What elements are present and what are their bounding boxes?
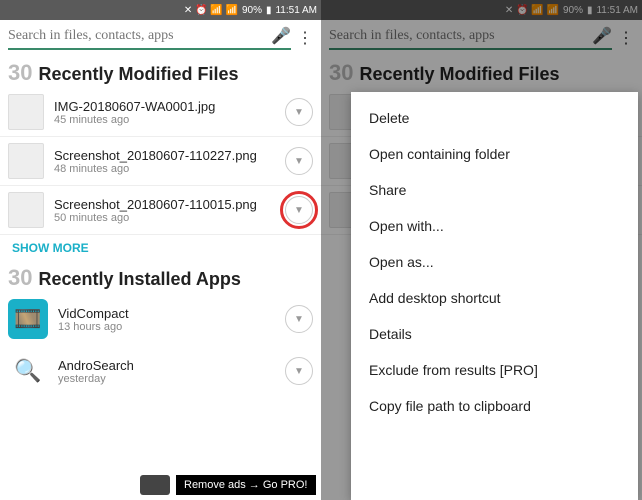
app-time: yesterday [58, 373, 275, 385]
clock: 11:51 AM [596, 5, 638, 16]
search-bar: 🎤 ⋮ [0, 20, 321, 56]
search-input-wrap[interactable]: 🎤 [8, 26, 291, 50]
file-name: Screenshot_20180607-110227.png [54, 148, 275, 163]
app-row[interactable]: 🔍 AndroSearch yesterday ▼ [0, 345, 321, 397]
search-input-wrap[interactable]: 🎤 [329, 26, 612, 50]
menu-item-exclude-pro[interactable]: Exclude from results [PRO] [351, 352, 638, 388]
section-title: Recently Modified Files [38, 64, 238, 85]
battery-percent: 90% [563, 5, 583, 16]
file-name: Screenshot_20180607-110015.png [54, 197, 275, 212]
file-name: IMG-20180607-WA0001.jpg [54, 99, 275, 114]
file-row[interactable]: Screenshot_20180607-110015.png 50 minute… [0, 186, 321, 235]
section-header-apps: 30 Recently Installed Apps [0, 261, 321, 293]
expand-button[interactable]: ▼ [285, 147, 313, 175]
status-bar: ✕ ⏰ 📶 📶 90% ▮ 11:51 AM [321, 0, 642, 20]
menu-item-share[interactable]: Share [351, 172, 638, 208]
clock: 11:51 AM [275, 5, 317, 16]
ad-text[interactable]: Remove ads → Go PRO! [176, 475, 316, 495]
section-header-files: 30 Recently Modified Files [321, 56, 642, 88]
context-menu: Delete Open containing folder Share Open… [351, 92, 638, 500]
menu-item-open-as[interactable]: Open as... [351, 244, 638, 280]
menu-item-open-folder[interactable]: Open containing folder [351, 136, 638, 172]
battery-icon: ▮ [266, 5, 272, 16]
file-time: 50 minutes ago [54, 212, 275, 224]
app-name: VidCompact [58, 306, 275, 321]
expand-button-highlighted[interactable]: ▼ [285, 196, 313, 224]
section-title: Recently Installed Apps [38, 269, 240, 290]
battery-icon: ▮ [587, 5, 593, 16]
expand-button[interactable]: ▼ [285, 357, 313, 385]
search-bar: 🎤 ⋮ [321, 20, 642, 56]
phone-screen-right: ✕ ⏰ 📶 📶 90% ▮ 11:51 AM 🎤 ⋮ 30 Recently M… [321, 0, 642, 500]
file-row[interactable]: Screenshot_20180607-110227.png 48 minute… [0, 137, 321, 186]
file-info: IMG-20180607-WA0001.jpg 45 minutes ago [54, 99, 275, 126]
mic-icon[interactable]: 🎤 [271, 26, 291, 46]
file-time: 45 minutes ago [54, 114, 275, 126]
menu-item-details[interactable]: Details [351, 316, 638, 352]
file-info: Screenshot_20180607-110015.png 50 minute… [54, 197, 275, 224]
status-icons: ✕ ⏰ 📶 📶 [505, 5, 559, 16]
search-input[interactable] [329, 28, 592, 44]
section-header-files: 30 Recently Modified Files [0, 56, 321, 88]
expand-button[interactable]: ▼ [285, 305, 313, 333]
section-title: Recently Modified Files [359, 64, 559, 85]
status-icons: ✕ ⏰ 📶 📶 [184, 5, 238, 16]
app-row[interactable]: 🎞️ VidCompact 13 hours ago ▼ [0, 293, 321, 345]
menu-item-delete[interactable]: Delete [351, 100, 638, 136]
ad-banner: Remove ads → Go PRO! [0, 470, 321, 500]
mic-icon[interactable]: 🎤 [592, 26, 612, 46]
file-thumbnail [8, 94, 44, 130]
app-icon-vidcompact: 🎞️ [8, 299, 48, 339]
search-input[interactable] [8, 28, 271, 44]
file-time: 48 minutes ago [54, 163, 275, 175]
more-icon[interactable]: ⋮ [297, 28, 313, 48]
file-thumbnail [8, 143, 44, 179]
expand-button[interactable]: ▼ [285, 98, 313, 126]
status-bar: ✕ ⏰ 📶 📶 90% ▮ 11:51 AM [0, 0, 321, 20]
section-count: 30 [8, 60, 32, 86]
app-info: VidCompact 13 hours ago [58, 306, 275, 333]
section-count: 30 [329, 60, 353, 86]
app-icon-androsearch: 🔍 [8, 351, 48, 391]
menu-item-desktop-shortcut[interactable]: Add desktop shortcut [351, 280, 638, 316]
menu-item-copy-path[interactable]: Copy file path to clipboard [351, 388, 638, 424]
app-info: AndroSearch yesterday [58, 358, 275, 385]
file-row[interactable]: IMG-20180607-WA0001.jpg 45 minutes ago ▼ [0, 88, 321, 137]
show-more-button[interactable]: SHOW MORE [0, 235, 321, 261]
file-thumbnail [8, 192, 44, 228]
menu-item-open-with[interactable]: Open with... [351, 208, 638, 244]
section-count: 30 [8, 265, 32, 291]
app-name: AndroSearch [58, 358, 275, 373]
battery-percent: 90% [242, 5, 262, 16]
app-time: 13 hours ago [58, 321, 275, 333]
keyboard-icon[interactable] [140, 475, 170, 495]
phone-screen-left: ✕ ⏰ 📶 📶 90% ▮ 11:51 AM 🎤 ⋮ 30 Recently M… [0, 0, 321, 500]
more-icon[interactable]: ⋮ [618, 28, 634, 48]
file-info: Screenshot_20180607-110227.png 48 minute… [54, 148, 275, 175]
